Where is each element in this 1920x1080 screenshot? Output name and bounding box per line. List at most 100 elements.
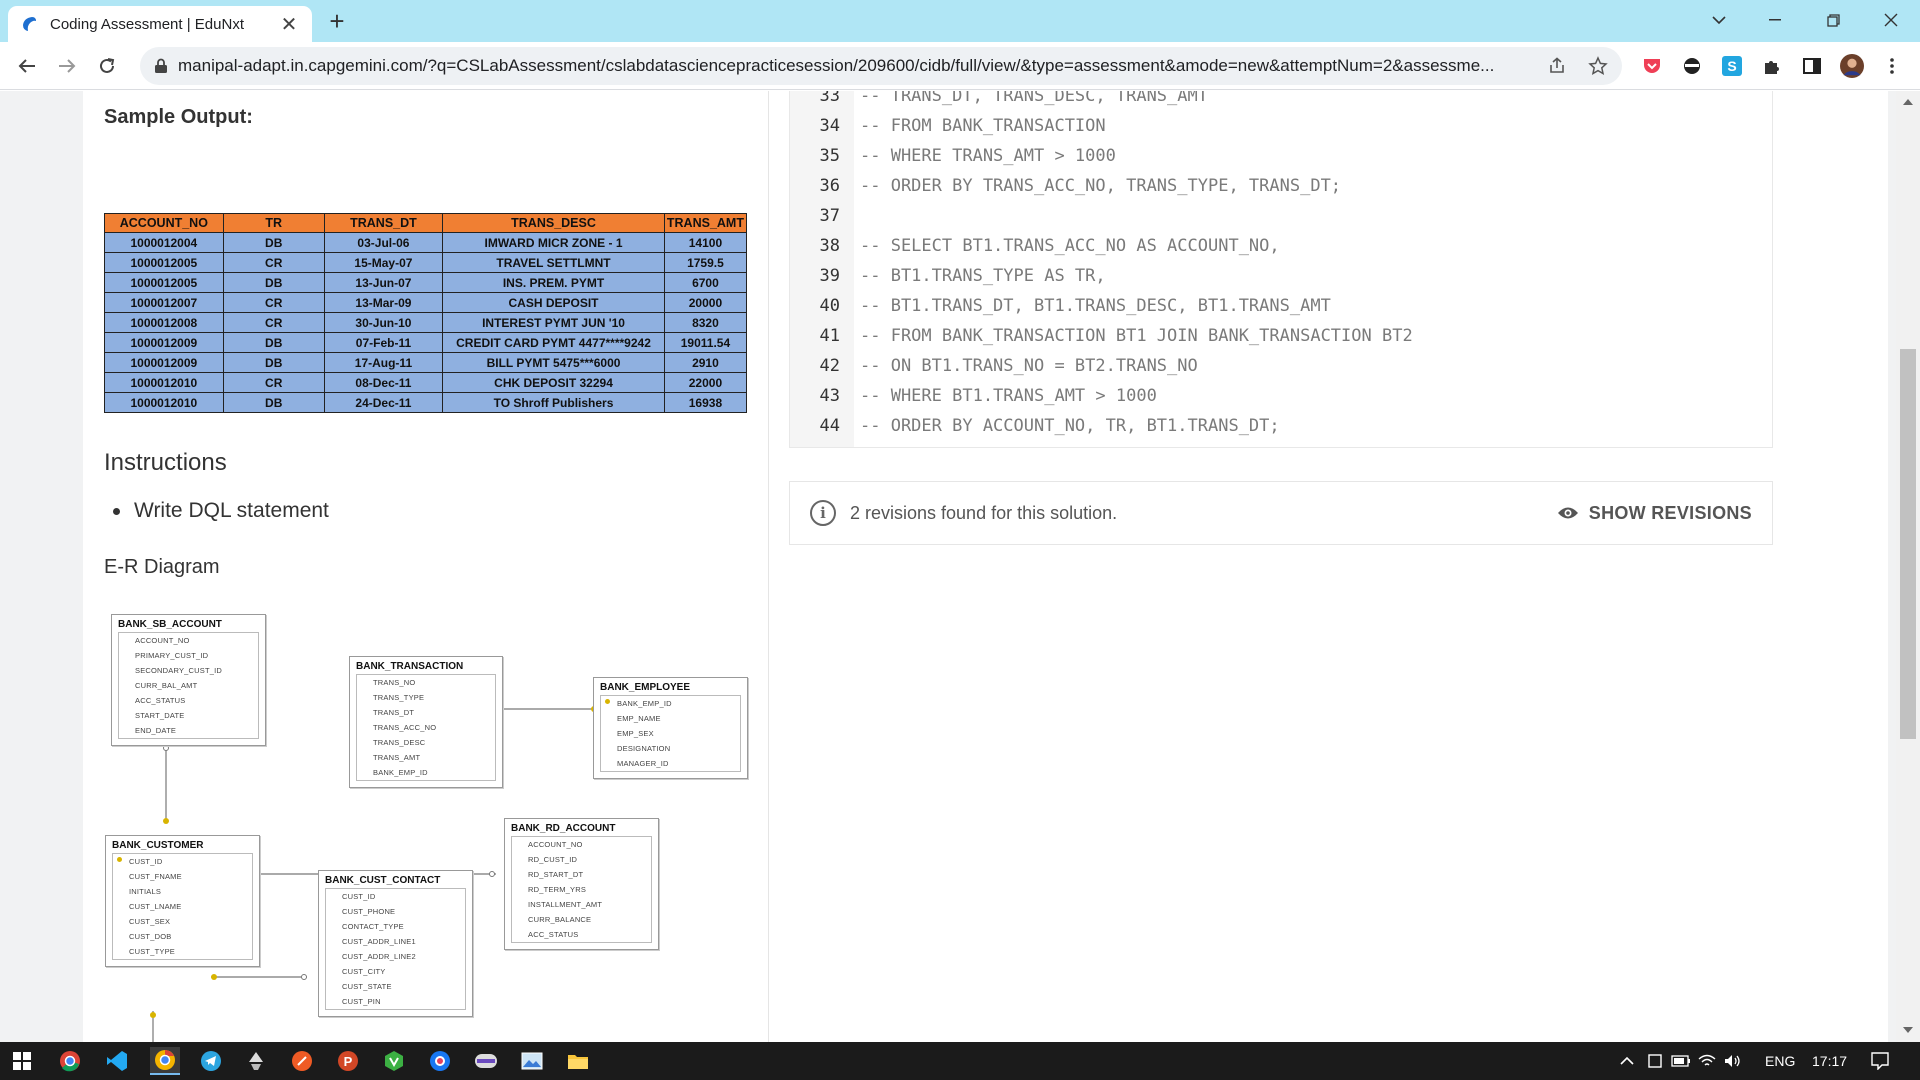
er-entity-bank-sb-account: BANK_SB_ACCOUNT ACCOUNT_NO PRIMARY_CUST_ID… xyxy=(111,614,266,746)
tab-title: Coding Assessment | EduNxt xyxy=(50,15,244,33)
share-icon[interactable] xyxy=(1548,57,1566,75)
s-extension-icon[interactable]: S xyxy=(1720,54,1744,78)
table-cell: 07-Feb-11 xyxy=(323,332,444,353)
er-entity-title: BANK_CUSTOMER xyxy=(112,840,204,851)
code-line[interactable]: -- ORDER BY TRANS_ACC_NO, TRANS_TYPE, TR… xyxy=(860,176,1341,196)
table-cell: TO Shroff Publishers xyxy=(442,392,665,413)
reload-icon[interactable] xyxy=(92,51,122,81)
minimize-icon[interactable] xyxy=(1752,0,1798,40)
er-field: BANK_EMP_ID xyxy=(373,768,428,777)
table-row: 1000012004 DB 03-Jul-06 IMWARD MICR ZONE - … xyxy=(104,232,748,253)
table-cell: DB xyxy=(222,272,325,293)
browser-toolbar: manipal-adapt.in.capgemini.com/?q=CSLabA… xyxy=(0,42,1920,90)
table-header-row: ACCOUNT_NO TR TRANS_DT TRANS_DESC TRANS_… xyxy=(104,213,748,233)
tab-search-icon[interactable] xyxy=(1696,0,1742,40)
code-line[interactable]: -- BT1.TRANS_DT, BT1.TRANS_DESC, BT1.TRA… xyxy=(860,296,1331,316)
er-entity-bank-customer: BANK_CUSTOMER CUST_ID CUST_FNAME INITIALS CU… xyxy=(105,835,260,967)
line-number: 37 xyxy=(819,206,840,226)
photos-taskbar-icon[interactable] xyxy=(517,1047,547,1075)
er-field: CUST_SEX xyxy=(129,917,171,926)
side-panel-icon[interactable] xyxy=(1800,54,1824,78)
clock[interactable]: 17:17 xyxy=(1812,1042,1847,1080)
code-line[interactable]: -- ORDER BY ACCOUNT_NO, TR, BT1.TRANS_DT… xyxy=(860,416,1280,436)
er-field: CONTACT_TYPE xyxy=(342,922,404,931)
code-line[interactable]: -- FROM BANK_TRANSACTION xyxy=(860,116,1106,136)
address-bar[interactable]: manipal-adapt.in.capgemini.com/?q=CSLabA… xyxy=(140,47,1622,85)
back-icon[interactable] xyxy=(12,51,42,81)
new-tab-button[interactable]: + xyxy=(322,6,352,36)
code-line[interactable]: -- TRANS_DT, TRANS_DESC, TRANS_AMT xyxy=(860,91,1208,106)
line-number: 39 xyxy=(819,266,840,286)
table-row: 1000012010 CR 08-Dec-11 CHK DEPOSIT 32294 22… xyxy=(104,372,748,393)
powerpoint-taskbar-icon[interactable]: P xyxy=(333,1047,363,1075)
telegram-taskbar-icon[interactable] xyxy=(196,1047,226,1075)
code-editor[interactable]: 33 34 35 36 37 38 39 40 41 42 43 44 -- TRANS_DT, TR… xyxy=(789,91,1773,448)
code-line[interactable]: -- SELECT BT1.TRANS_ACC_NO AS ACCOUNT_NO… xyxy=(860,236,1280,256)
question-panel: Sample Output: ACCOUNT_NO TR TRANS_DT TR… xyxy=(83,91,768,1042)
volume-icon[interactable] xyxy=(1718,1047,1748,1075)
close-tab-icon[interactable]: ✕ xyxy=(278,12,300,37)
line-number: 44 xyxy=(819,416,840,436)
page-scrollbar[interactable] xyxy=(1896,91,1920,1042)
windows-start-icon[interactable] xyxy=(7,1047,37,1075)
line-number: 38 xyxy=(819,236,840,256)
page-scroll-thumb[interactable] xyxy=(1900,349,1916,739)
table-cell: 1000012009 xyxy=(104,352,224,373)
instructions-list: Write DQL statement xyxy=(104,499,329,523)
show-revisions-button[interactable]: SHOW REVISIONS xyxy=(1557,503,1752,524)
er-field: RD_START_DT xyxy=(528,870,584,879)
browser-tab[interactable]: Coding Assessment | EduNxt ✕ xyxy=(8,6,312,42)
close-window-icon[interactable] xyxy=(1868,0,1914,40)
table-cell: DB xyxy=(222,392,325,413)
chrome-taskbar-icon[interactable] xyxy=(55,1047,85,1075)
chrome-active-taskbar-icon[interactable] xyxy=(150,1047,180,1075)
code-line[interactable]: -- WHERE TRANS_AMT > 1000 xyxy=(860,146,1116,166)
page-scroll-up-icon[interactable] xyxy=(1903,99,1913,105)
table-cell: 6700 xyxy=(663,272,748,293)
er-field: RD_TERM_YRS xyxy=(528,885,587,894)
page-scroll-down-icon[interactable] xyxy=(1903,1027,1913,1033)
table-cell: 19011.54 xyxy=(663,332,748,353)
extensions-puzzle-icon[interactable] xyxy=(1760,54,1784,78)
chrome-menu-icon[interactable] xyxy=(1880,54,1904,78)
er-field: EMP_NAME xyxy=(617,714,661,723)
vscode-taskbar-icon[interactable] xyxy=(102,1047,132,1075)
edunxt-favicon-icon xyxy=(23,17,36,31)
postman-taskbar-icon[interactable] xyxy=(287,1047,317,1075)
table-cell: 13-Jun-07 xyxy=(323,272,444,293)
line-number: 36 xyxy=(819,176,840,196)
media-app-taskbar-icon[interactable] xyxy=(471,1047,501,1075)
er-field: DESIGNATION xyxy=(617,744,671,753)
inkscape-taskbar-icon[interactable] xyxy=(241,1047,271,1075)
er-entity-fields: CUST_ID CUST_FNAME INITIALS CUST_LNAME CUST_… xyxy=(112,853,253,960)
restore-icon[interactable] xyxy=(1810,0,1856,40)
er-field: CUST_ID xyxy=(113,854,252,869)
bookmark-star-icon[interactable] xyxy=(1588,56,1608,76)
language-indicator[interactable]: ENG xyxy=(1765,1042,1795,1080)
green-app-taskbar-icon[interactable] xyxy=(379,1047,409,1075)
table-cell: CASH DEPOSIT xyxy=(442,292,665,313)
table-cell: TRAVEL SETTLMNT xyxy=(442,252,665,273)
table-cell: BILL PYMT 5475***6000 xyxy=(442,352,665,373)
blue-app-taskbar-icon[interactable] xyxy=(425,1047,455,1075)
table-cell: 2910 xyxy=(663,352,748,373)
ninja-extension-icon[interactable] xyxy=(1680,54,1704,78)
show-revisions-label: SHOW REVISIONS xyxy=(1588,502,1752,523)
pocket-extension-icon[interactable] xyxy=(1640,54,1664,78)
table-cell: CHK DEPOSIT 32294 xyxy=(442,372,665,393)
er-entity-title: BANK_EMPLOYEE xyxy=(600,682,691,693)
notifications-icon[interactable] xyxy=(1865,1047,1895,1075)
profile-avatar[interactable] xyxy=(1840,54,1864,78)
code-line[interactable]: -- FROM BANK_TRANSACTION BT1 JOIN BANK_T… xyxy=(860,326,1413,346)
file-explorer-taskbar-icon[interactable] xyxy=(563,1047,593,1075)
er-entity-fields: TRANS_NO TRANS_TYPE TRANS_DT TRANS_ACC_NO TR… xyxy=(356,674,496,781)
er-field: CUST_PIN xyxy=(342,997,381,1006)
sample-output-heading: Sample Output: xyxy=(104,106,253,128)
code-line[interactable]: -- WHERE BT1.TRANS_AMT > 1000 xyxy=(860,386,1157,406)
table-cell: CR xyxy=(222,312,325,333)
code-line[interactable]: -- BT1.TRANS_TYPE AS TR, xyxy=(860,266,1106,286)
tray-chevron-up-icon[interactable] xyxy=(1612,1047,1642,1075)
forward-icon[interactable] xyxy=(52,51,82,81)
table-row: 1000012007 CR 13-Mar-09 CASH DEPOSIT 20000 xyxy=(104,292,748,313)
code-line[interactable]: -- ON BT1.TRANS_NO = BT2.TRANS_NO xyxy=(860,356,1198,376)
